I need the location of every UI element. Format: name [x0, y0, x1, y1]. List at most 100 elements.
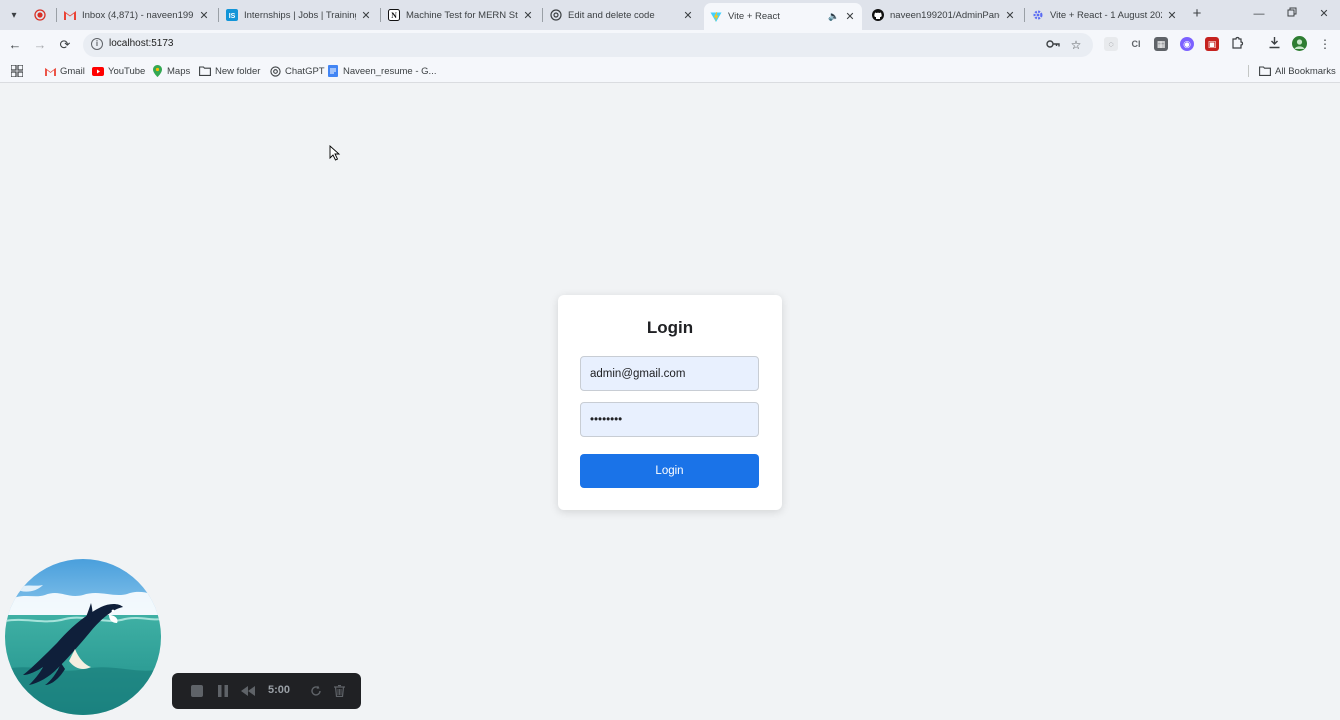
- maps-icon: [151, 65, 163, 77]
- apps-grid-icon[interactable]: [11, 63, 23, 79]
- tab-separator: [218, 8, 219, 22]
- all-bookmarks-label: All Bookmarks: [1275, 65, 1336, 77]
- new-tab-button[interactable]: +: [1189, 6, 1205, 22]
- bookmark-gmail[interactable]: Gmail: [44, 63, 85, 79]
- settings-icon: [1032, 9, 1044, 21]
- bookmark-label: ChatGPT: [285, 65, 325, 77]
- menu-kebab-icon[interactable]: ⋮: [1317, 36, 1333, 52]
- tab-separator: [542, 8, 543, 22]
- reload-button[interactable]: ⟳: [55, 35, 75, 55]
- extension-ci-icon[interactable]: CI: [1129, 37, 1143, 51]
- tab-edit-delete-code[interactable]: Edit and delete code ✕: [544, 3, 700, 27]
- extension-loader-icon[interactable]: ◌: [1104, 37, 1118, 51]
- close-icon[interactable]: ✕: [844, 10, 856, 23]
- svg-text:IS: IS: [229, 13, 236, 20]
- tab-separator: [1024, 8, 1025, 22]
- tab-vite-react-august[interactable]: Vite + React - 1 August 2025 ✕: [1026, 3, 1184, 27]
- address-url[interactable]: localhost:5173: [109, 38, 174, 49]
- all-bookmarks[interactable]: All Bookmarks: [1259, 63, 1336, 79]
- tab-gmail-inbox[interactable]: Inbox (4,871) - naveen199201 ✕: [58, 3, 216, 27]
- tab-title: Machine Test for MERN Stack: [406, 9, 518, 21]
- tab-title: Internships | Jobs | Trainings &: [244, 9, 356, 21]
- tab-title: Edit and delete code: [568, 9, 655, 21]
- bookmark-label: Maps: [167, 65, 191, 77]
- download-icon[interactable]: [1266, 36, 1282, 52]
- bookmark-chatgpt[interactable]: ChatGPT: [269, 63, 325, 79]
- notion-icon: N: [388, 9, 400, 21]
- tab-separator: [56, 8, 57, 22]
- screen-recorder-controls: 5:00: [172, 673, 361, 709]
- gmail-icon: [64, 9, 76, 21]
- github-icon: [872, 9, 884, 21]
- restart-icon[interactable]: [306, 681, 326, 701]
- rewind-icon[interactable]: [238, 681, 258, 701]
- tab-machine-test[interactable]: N Machine Test for MERN Stack ✕: [382, 3, 540, 27]
- bookmark-label: New folder: [215, 65, 261, 77]
- vite-icon: [710, 11, 722, 23]
- bookmark-youtube[interactable]: YouTube: [92, 63, 145, 79]
- openai-icon: [269, 65, 281, 77]
- email-field[interactable]: [580, 356, 759, 391]
- tab-vite-react-active[interactable]: Vite + React 🔈 ✕: [704, 3, 862, 30]
- svg-text:N: N: [391, 11, 397, 20]
- close-icon[interactable]: ✕: [360, 9, 372, 22]
- password-key-icon[interactable]: [1045, 37, 1061, 53]
- bookmark-label: Naveen_resume - G...: [343, 65, 437, 77]
- audio-icon[interactable]: 🔈: [828, 11, 840, 22]
- close-icon[interactable]: ✕: [1004, 9, 1016, 22]
- close-window-icon[interactable]: ✕: [1316, 6, 1332, 22]
- extensions-puzzle-icon[interactable]: [1229, 36, 1245, 52]
- login-card: Login Login: [558, 295, 782, 510]
- tab-strip: ▾ Inbox (4,871) - naveen199201 ✕ IS Inte…: [0, 0, 1340, 30]
- tab-recording[interactable]: [28, 3, 54, 27]
- folder-icon: [1259, 65, 1271, 77]
- record-icon: [34, 9, 46, 21]
- close-icon[interactable]: ✕: [198, 9, 210, 22]
- recording-timer: 5:00: [268, 684, 291, 696]
- close-icon[interactable]: ✕: [522, 9, 534, 22]
- pause-icon[interactable]: [213, 681, 233, 701]
- mouse-cursor-icon: [329, 145, 341, 161]
- bookmark-new-folder[interactable]: New folder: [199, 63, 260, 79]
- trash-icon[interactable]: [329, 681, 349, 701]
- minimize-icon[interactable]: —: [1251, 6, 1267, 22]
- bookmarks-bar: Gmail YouTube Maps New folder ChatGPT Na…: [0, 59, 1340, 83]
- youtube-icon: [92, 65, 104, 77]
- login-button[interactable]: Login: [580, 454, 759, 488]
- tab-search-button[interactable]: ▾: [4, 5, 24, 25]
- tab-github-adminpanel[interactable]: naveen199201/AdminPanel ✕: [866, 3, 1022, 27]
- site-info-icon[interactable]: i: [91, 38, 103, 50]
- extension-circle-icon[interactable]: ◉: [1180, 37, 1194, 51]
- extension-box-icon[interactable]: ▦: [1154, 37, 1168, 51]
- webcam-overlay: [5, 559, 161, 715]
- close-icon[interactable]: ✕: [682, 9, 694, 22]
- bookmark-maps[interactable]: Maps: [151, 63, 190, 79]
- extension-red-icon[interactable]: ▣: [1205, 37, 1219, 51]
- close-icon[interactable]: ✕: [1166, 9, 1178, 22]
- tab-separator: [380, 8, 381, 22]
- orca-illustration: [5, 559, 161, 715]
- stop-icon[interactable]: [187, 681, 207, 701]
- forward-button[interactable]: →: [30, 35, 50, 55]
- tab-title: Inbox (4,871) - naveen199201: [82, 9, 194, 21]
- login-title: Login: [646, 318, 694, 337]
- address-bar[interactable]: i localhost:5173 ☆: [83, 33, 1093, 57]
- profile-avatar[interactable]: [1291, 36, 1307, 52]
- tab-title: Vite + React: [728, 11, 780, 22]
- restore-icon[interactable]: [1284, 6, 1300, 22]
- password-field[interactable]: [580, 402, 759, 437]
- tab-title: naveen199201/AdminPanel: [890, 9, 1000, 21]
- bookmark-resume[interactable]: Naveen_resume - G...: [327, 63, 436, 79]
- tab-internshala[interactable]: IS Internships | Jobs | Trainings & ✕: [220, 3, 378, 27]
- docs-icon: [327, 65, 339, 77]
- browser-toolbar: ← → ⟳ i localhost:5173 ☆ ◌ CI ▦ ◉ ▣ ⋮: [0, 30, 1340, 59]
- back-button[interactable]: ←: [5, 35, 25, 55]
- internshala-icon: IS: [226, 9, 238, 21]
- bookmark-label: Gmail: [60, 65, 85, 77]
- bookmark-star-icon[interactable]: ☆: [1068, 37, 1084, 53]
- bookmark-label: YouTube: [108, 65, 146, 77]
- gmail-icon: [44, 65, 56, 77]
- tab-title: Vite + React - 1 August 2025: [1050, 9, 1162, 21]
- folder-icon: [199, 65, 211, 77]
- openai-icon: [550, 9, 562, 21]
